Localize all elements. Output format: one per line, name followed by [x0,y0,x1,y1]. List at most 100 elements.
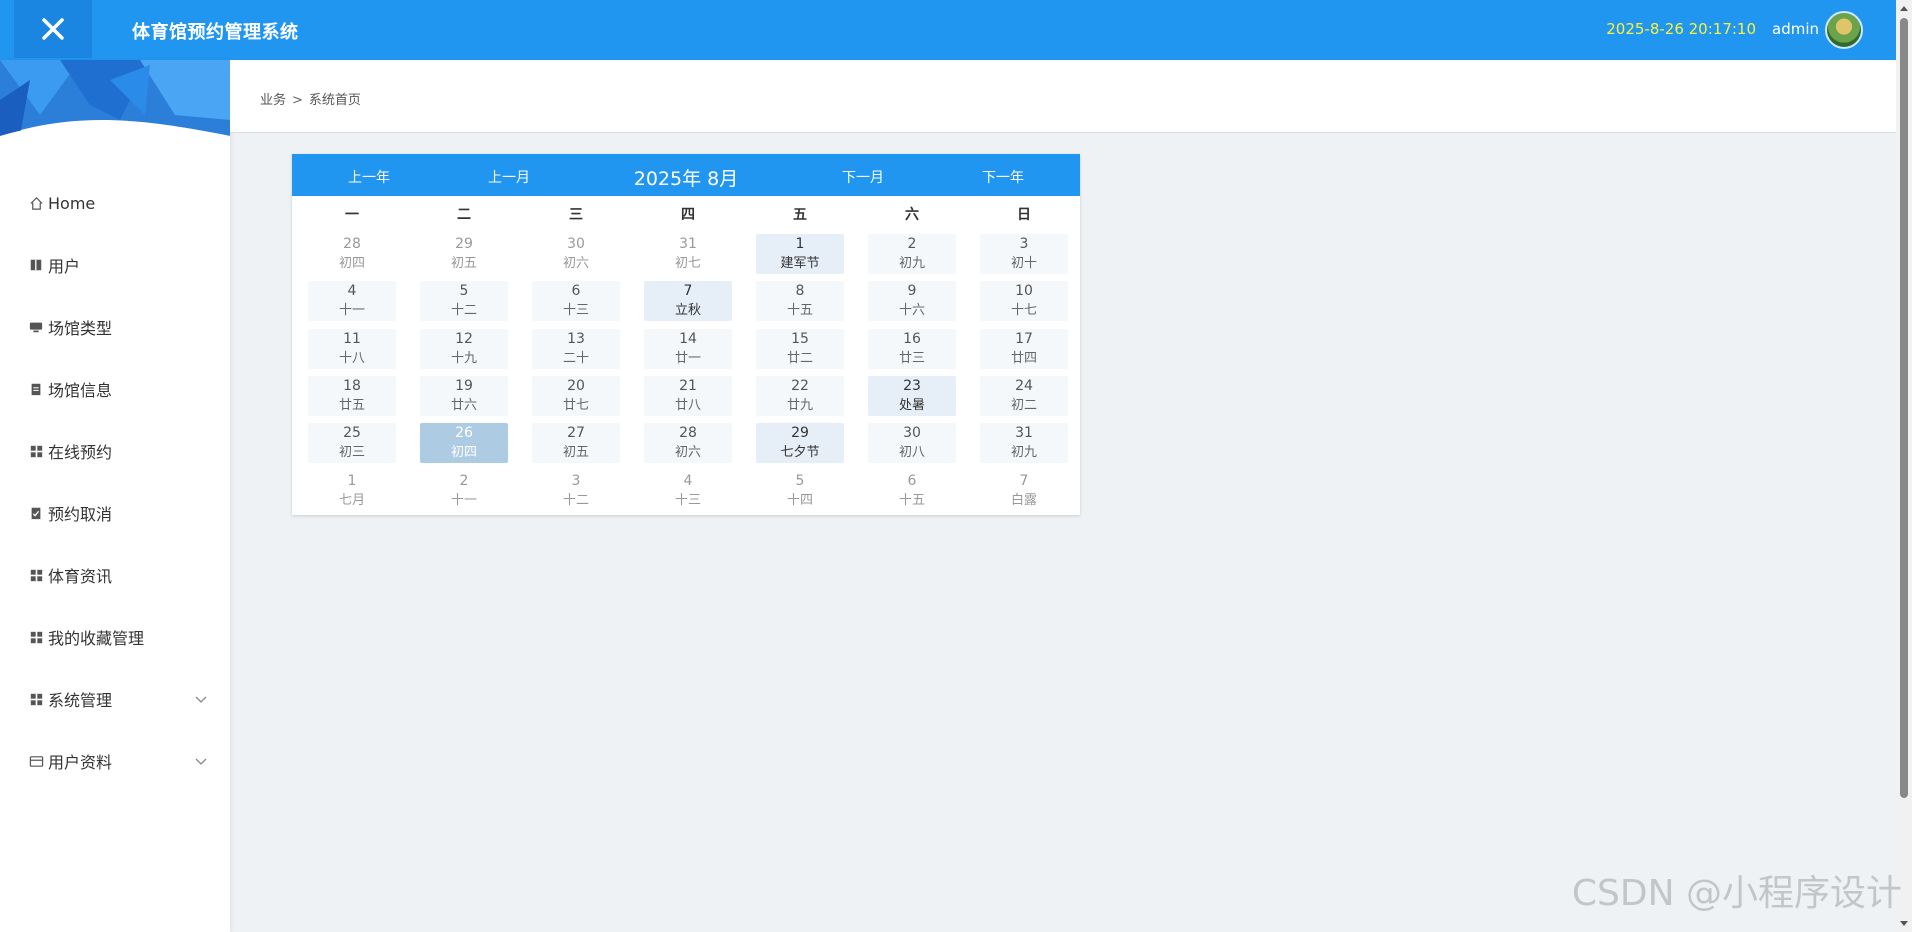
sidebar-item-favorites[interactable]: 我的收藏管理 [0,606,230,668]
calendar-day[interactable]: 13 二十 [532,328,620,369]
calendar-day[interactable]: 14 廿一 [644,328,732,369]
prev-year-button[interactable]: 上一年 [348,167,390,187]
sidebar-item-venue-info[interactable]: 场馆信息 [0,358,230,420]
calendar-day[interactable]: 29 七夕节 [756,423,844,464]
sidebar-item-system-management[interactable]: 系统管理 [0,668,230,730]
calendar-day[interactable]: 25 初三 [308,423,396,464]
day-number: 13 [567,330,585,347]
calendar-day[interactable]: 9 十六 [868,281,956,322]
breadcrumb-root[interactable]: 业务 [260,93,286,108]
page-scrollbar[interactable] [1896,0,1912,932]
calendar-day[interactable]: 7 白露 [980,471,1068,511]
avatar[interactable] [1825,11,1863,49]
calendar-day[interactable]: 19 廿六 [420,375,508,416]
scroll-up-arrow[interactable] [1900,6,1908,11]
sidebar-item-booking-cancel[interactable]: 预约取消 [0,482,230,544]
sidebar-item-home[interactable]: Home [0,172,230,234]
calendar-day[interactable]: 11 十八 [308,328,396,369]
calendar-day[interactable]: 3 十二 [532,471,620,511]
lunar-date: 初七 [674,256,701,271]
day-number: 27 [567,425,585,442]
lunar-date: 初六 [562,256,589,271]
calendar-day[interactable]: 1 七月 [308,471,396,511]
calendar-day[interactable]: 31 初九 [980,423,1068,464]
close-button[interactable] [14,0,92,58]
calendar-weekdays: 一二三四五六日 [292,204,1080,224]
calendar-day[interactable]: 6 十五 [868,471,956,511]
calendar-day[interactable]: 20 廿七 [532,375,620,416]
lunar-date: 廿八 [674,397,701,413]
calendar-day[interactable]: 7 立秋 [644,281,732,322]
day-number: 3 [571,472,581,489]
calendar-day[interactable]: 22 廿九 [756,375,844,416]
calendar-day-today[interactable]: 26 初四 [420,423,508,464]
calendar-day[interactable]: 5 十四 [756,471,844,511]
weekday-label: 一 [345,207,359,223]
calendar-day[interactable]: 5 十二 [420,281,508,322]
day-number: 1 [347,472,357,489]
calendar-day[interactable]: 21 廿八 [644,375,732,416]
lunar-date: 初九 [1010,445,1037,461]
lunar-date: 十七 [1010,303,1037,319]
sidebar-item-online-booking[interactable]: 在线预约 [0,420,230,482]
calendar-day[interactable]: 4 十三 [644,471,732,511]
sidebar-item-users[interactable]: 用户 [0,234,230,296]
weekday-label: 日 [1017,207,1031,223]
lunar-date: 十五 [786,303,813,319]
sidebar-item-sports-news[interactable]: 体育资讯 [0,544,230,606]
weekday-label: 三 [569,207,583,223]
calendar-day[interactable]: 23 处暑 [868,375,956,416]
grid-icon [28,691,44,707]
lunar-date: 廿五 [338,397,365,413]
calendar-day[interactable]: 1 建军节 [756,234,844,274]
calendar-day[interactable]: 28 初六 [644,423,732,464]
calendar-day[interactable]: 12 十九 [420,328,508,369]
calendar-day[interactable]: 18 廿五 [308,375,396,416]
day-number: 29 [455,236,473,252]
day-number: 4 [683,472,693,489]
day-number: 12 [455,330,473,347]
calendar-day[interactable]: 30 初六 [532,234,620,274]
calendar-day[interactable]: 31 初七 [644,234,732,274]
lunar-date: 初五 [562,445,589,461]
lunar-date: 七月 [338,492,365,508]
card-icon [28,753,44,769]
day-number: 4 [347,283,357,300]
day-number: 3 [1019,236,1029,252]
calendar-day[interactable]: 28 初四 [308,234,396,274]
sidebar-item-venue-types[interactable]: 场馆类型 [0,296,230,358]
calendar-day[interactable]: 2 初九 [868,234,956,274]
scroll-down-arrow[interactable] [1900,921,1908,926]
lunar-date: 廿四 [1010,350,1037,366]
prev-month-button[interactable]: 上一月 [488,167,530,187]
day-number: 18 [343,377,361,394]
next-month-button[interactable]: 下一月 [842,167,884,187]
calendar-day[interactable]: 30 初八 [868,423,956,464]
calendar-day[interactable]: 2 十一 [420,471,508,511]
calendar-day[interactable]: 3 初十 [980,234,1068,274]
scroll-thumb[interactable] [1900,18,1908,798]
next-year-button[interactable]: 下一年 [982,167,1024,187]
calendar-day[interactable]: 8 十五 [756,281,844,322]
lunar-date: 十九 [450,350,477,366]
calendar-day[interactable]: 24 初二 [980,375,1068,416]
username-label[interactable]: admin [1772,20,1819,38]
calendar-day[interactable]: 4 十一 [308,281,396,322]
lunar-date: 十四 [786,492,813,508]
day-number: 7 [1019,472,1029,489]
lunar-date: 十三 [674,492,701,508]
sidebar-item-user-profile[interactable]: 用户资料 [0,730,230,792]
calendar-header: 2025年 8月 上一年 上一月 下一月 下一年 [292,154,1080,196]
calendar-day[interactable]: 29 初五 [420,234,508,274]
calendar-day[interactable]: 15 廿二 [756,328,844,369]
calendar-day[interactable]: 16 廿三 [868,328,956,369]
calendar-day[interactable]: 10 十七 [980,281,1068,322]
calendar-day[interactable]: 17 廿四 [980,328,1068,369]
lunar-date: 初四 [450,445,477,461]
day-number: 23 [903,377,921,394]
lunar-date: 十一 [338,303,365,319]
calendar-day[interactable]: 27 初五 [532,423,620,464]
lunar-date: 初十 [1010,256,1037,271]
calendar-day[interactable]: 6 十三 [532,281,620,322]
sidebar-item-label: 我的收藏管理 [48,629,145,648]
